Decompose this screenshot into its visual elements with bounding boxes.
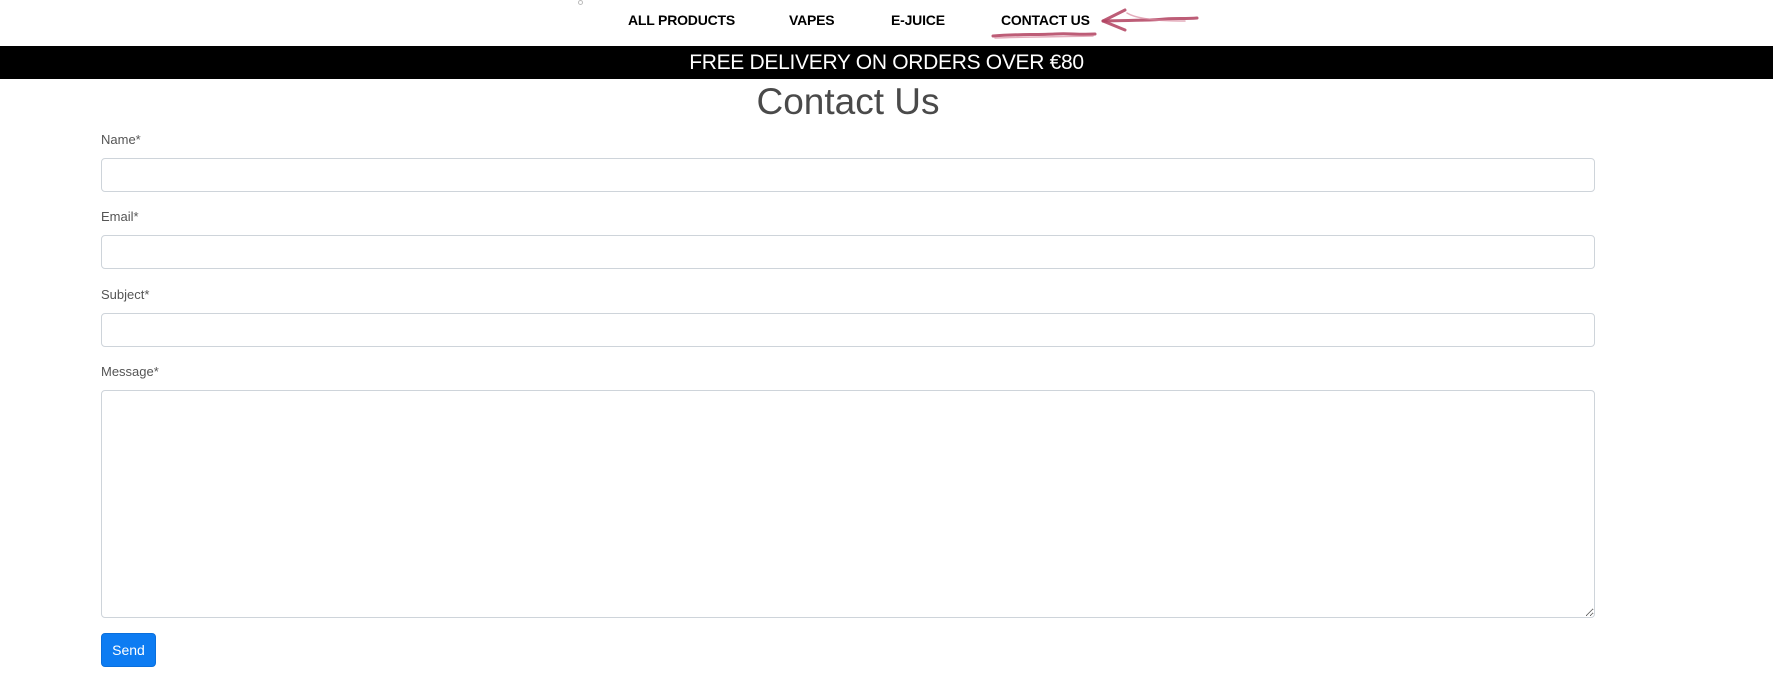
message-label: Message*: [101, 364, 159, 379]
logo-fragment-icon: [578, 0, 583, 5]
top-navigation: ALL PRODUCTS VAPES E-JUICE CONTACT US: [0, 0, 1773, 46]
nav-e-juice[interactable]: E-JUICE: [891, 12, 945, 28]
nav-all-products[interactable]: ALL PRODUCTS: [628, 12, 735, 28]
name-input[interactable]: [101, 158, 1595, 192]
contact-page: ALL PRODUCTS VAPES E-JUICE CONTACT US FR…: [0, 0, 1773, 682]
free-delivery-banner: FREE DELIVERY ON ORDERS OVER €80: [0, 46, 1773, 79]
name-label: Name*: [101, 132, 141, 147]
email-input[interactable]: [101, 235, 1595, 269]
subject-input[interactable]: [101, 313, 1595, 347]
hand-drawn-arrow-icon: [991, 8, 1199, 39]
message-textarea[interactable]: [101, 390, 1595, 618]
nav-vapes[interactable]: VAPES: [789, 12, 835, 28]
subject-label: Subject*: [101, 287, 150, 302]
email-label: Email*: [101, 209, 139, 224]
send-button[interactable]: Send: [101, 633, 156, 667]
page-title: Contact Us: [756, 81, 940, 122]
